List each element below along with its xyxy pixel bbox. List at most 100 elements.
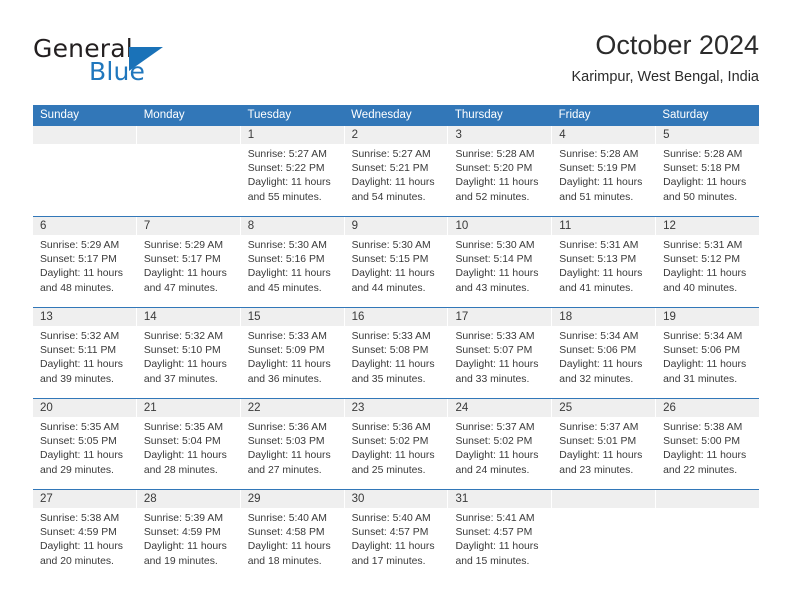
sunset-text: Sunset: 4:59 PM bbox=[143, 527, 221, 539]
calendar-day-cell[interactable]: 8 Sunrise: 5:30 AM Sunset: 5:16 PM Daylight… bbox=[240, 217, 345, 307]
daylight-text-line2: and 43 minutes. bbox=[455, 282, 530, 294]
day-number: 12 bbox=[656, 217, 760, 235]
sunset-text: Sunset: 4:59 PM bbox=[40, 527, 117, 539]
sunset-text: Sunset: 5:10 PM bbox=[143, 345, 221, 357]
daylight-text-line2: and 31 minutes. bbox=[663, 373, 738, 385]
day-sun-info: Sunrise: 5:39 AM Sunset: 4:59 PM Daylight:… bbox=[137, 508, 240, 569]
sunrise-text: Sunrise: 5:35 AM bbox=[143, 422, 223, 433]
calendar-day-cell[interactable]: 15 Sunrise: 5:33 AM Sunset: 5:09 PM Dayligh… bbox=[240, 308, 345, 398]
daylight-text-line2: and 39 minutes. bbox=[40, 373, 114, 385]
calendar-day-cell[interactable]: 30 Sunrise: 5:40 AM Sunset: 4:57 PM Dayligh… bbox=[344, 490, 449, 580]
sunrise-text: Sunrise: 5:38 AM bbox=[663, 422, 743, 433]
sunrise-text: Sunrise: 5:32 AM bbox=[40, 331, 120, 342]
calendar-week-row: 13 Sunrise: 5:32 AM Sunset: 5:11 PM Dayligh… bbox=[33, 307, 760, 398]
day-sun-info: Sunrise: 5:34 AM Sunset: 5:06 PM Daylight:… bbox=[656, 326, 759, 387]
calendar-day-cell[interactable]: 22 Sunrise: 5:36 AM Sunset: 5:03 PM Dayligh… bbox=[240, 399, 345, 489]
weekday-header-row: Sunday Monday Tuesday Wednesday Thursday… bbox=[33, 105, 759, 126]
calendar-day-cell[interactable]: 23 Sunrise: 5:36 AM Sunset: 5:02 PM Dayligh… bbox=[344, 399, 449, 489]
sunset-text: Sunset: 5:02 PM bbox=[455, 436, 533, 448]
calendar-day-cell[interactable]: 21 Sunrise: 5:35 AM Sunset: 5:04 PM Dayligh… bbox=[136, 399, 241, 489]
calendar-day-cell[interactable]: 7 Sunrise: 5:29 AM Sunset: 5:17 PM Daylight… bbox=[136, 217, 241, 307]
sunset-text: Sunset: 5:02 PM bbox=[351, 436, 429, 448]
calendar-day-cell[interactable]: 20 Sunrise: 5:35 AM Sunset: 5:05 PM Dayligh… bbox=[33, 399, 137, 489]
sunset-text: Sunset: 5:06 PM bbox=[559, 345, 637, 357]
daylight-text-line1: Daylight: 11 hours bbox=[143, 541, 227, 553]
day-sun-info: Sunrise: 5:38 AM Sunset: 5:00 PM Daylight:… bbox=[656, 417, 759, 478]
day-sun-info: Sunrise: 5:32 AM Sunset: 5:10 PM Daylight:… bbox=[137, 326, 240, 387]
calendar-day-cell[interactable]: 13 Sunrise: 5:32 AM Sunset: 5:11 PM Dayligh… bbox=[33, 308, 137, 398]
calendar-day-cell[interactable]: 18 Sunrise: 5:34 AM Sunset: 5:06 PM Dayligh… bbox=[552, 308, 657, 398]
calendar-day-cell[interactable]: 3 Sunrise: 5:28 AM Sunset: 5:20 PM Daylight… bbox=[448, 126, 553, 216]
daylight-text-line1: Daylight: 11 hours bbox=[40, 359, 123, 371]
sunrise-text: Sunrise: 5:34 AM bbox=[559, 331, 639, 342]
calendar-day-cell[interactable]: 6 Sunrise: 5:29 AM Sunset: 5:17 PM Daylight… bbox=[33, 217, 137, 307]
sunrise-text: Sunrise: 5:30 AM bbox=[455, 240, 535, 251]
daylight-text-line2: and 36 minutes. bbox=[247, 373, 322, 385]
daylight-text-line1: Daylight: 11 hours bbox=[40, 268, 123, 280]
sunset-text: Sunset: 5:18 PM bbox=[663, 163, 740, 175]
day-sun-info: Sunrise: 5:33 AM Sunset: 5:09 PM Daylight:… bbox=[241, 326, 344, 387]
calendar-day-cell[interactable]: 26 Sunrise: 5:38 AM Sunset: 5:00 PM Dayligh… bbox=[656, 399, 760, 489]
day-sun-info: Sunrise: 5:33 AM Sunset: 5:07 PM Daylight:… bbox=[448, 326, 551, 387]
calendar-day-cell[interactable]: 24 Sunrise: 5:37 AM Sunset: 5:02 PM Dayligh… bbox=[448, 399, 553, 489]
calendar-day-cell[interactable]: 1 Sunrise: 5:27 AM Sunset: 5:22 PM Daylight… bbox=[240, 126, 345, 216]
calendar-day-cell[interactable]: 28 Sunrise: 5:39 AM Sunset: 4:59 PM Dayligh… bbox=[136, 490, 241, 580]
sunrise-text: Sunrise: 5:40 AM bbox=[247, 513, 327, 524]
sunset-text: Sunset: 5:14 PM bbox=[455, 254, 533, 266]
day-number: 4 bbox=[552, 126, 656, 144]
sunset-text: Sunset: 4:57 PM bbox=[351, 527, 429, 539]
calendar-page: General Blue October 2024 Karimpur, West… bbox=[0, 0, 792, 612]
daylight-text-line2: and 15 minutes. bbox=[455, 555, 530, 567]
day-sun-info: Sunrise: 5:40 AM Sunset: 4:57 PM Daylight:… bbox=[345, 508, 448, 569]
day-number: 16 bbox=[344, 308, 448, 326]
calendar-day-cell[interactable]: 31 Sunrise: 5:41 AM Sunset: 4:57 PM Dayligh… bbox=[448, 490, 553, 580]
calendar-day-cell[interactable]: 11 Sunrise: 5:31 AM Sunset: 5:13 PM Dayligh… bbox=[552, 217, 657, 307]
calendar-week-row: 20 Sunrise: 5:35 AM Sunset: 5:05 PM Dayligh… bbox=[33, 398, 760, 489]
calendar-day-cell[interactable]: 5 Sunrise: 5:28 AM Sunset: 5:18 PM Daylight… bbox=[656, 126, 760, 216]
daylight-text-line1: Daylight: 11 hours bbox=[143, 450, 227, 462]
day-sun-info: Sunrise: 5:28 AM Sunset: 5:19 PM Daylight:… bbox=[552, 144, 655, 205]
daylight-text-line2: and 19 minutes. bbox=[143, 555, 218, 567]
calendar-week-row: 6 Sunrise: 5:29 AM Sunset: 5:17 PM Daylight… bbox=[33, 216, 760, 307]
day-number bbox=[656, 490, 760, 508]
day-number: 3 bbox=[448, 126, 552, 144]
day-sun-info: Sunrise: 5:33 AM Sunset: 5:08 PM Daylight:… bbox=[345, 326, 448, 387]
day-number: 24 bbox=[448, 399, 552, 417]
day-number: 8 bbox=[240, 217, 344, 235]
day-number: 22 bbox=[240, 399, 344, 417]
day-sun-info: Sunrise: 5:37 AM Sunset: 5:01 PM Daylight:… bbox=[552, 417, 655, 478]
calendar-day-cell[interactable]: 14 Sunrise: 5:32 AM Sunset: 5:10 PM Dayligh… bbox=[136, 308, 241, 398]
sunrise-text: Sunrise: 5:29 AM bbox=[143, 240, 223, 251]
sunset-text: Sunset: 5:15 PM bbox=[351, 254, 429, 266]
weekday-header-thursday: Thursday bbox=[454, 109, 503, 121]
sunset-text: Sunset: 5:22 PM bbox=[247, 163, 325, 175]
sunrise-text: Sunrise: 5:33 AM bbox=[455, 331, 535, 342]
day-sun-info: Sunrise: 5:32 AM Sunset: 5:11 PM Daylight:… bbox=[33, 326, 136, 387]
weekday-header-saturday: Saturday bbox=[662, 109, 709, 121]
calendar-day-cell[interactable]: 9 Sunrise: 5:30 AM Sunset: 5:15 PM Daylight… bbox=[344, 217, 449, 307]
sunrise-text: Sunrise: 5:28 AM bbox=[559, 149, 639, 160]
calendar-day-cell[interactable]: 4 Sunrise: 5:28 AM Sunset: 5:19 PM Daylight… bbox=[552, 126, 657, 216]
calendar-day-cell[interactable]: 29 Sunrise: 5:40 AM Sunset: 4:58 PM Dayligh… bbox=[240, 490, 345, 580]
day-number: 2 bbox=[344, 126, 448, 144]
calendar-day-cell[interactable]: 10 Sunrise: 5:30 AM Sunset: 5:14 PM Dayligh… bbox=[448, 217, 553, 307]
daylight-text-line2: and 48 minutes. bbox=[40, 282, 114, 294]
sunrise-text: Sunrise: 5:30 AM bbox=[351, 240, 431, 251]
daylight-text-line2: and 40 minutes. bbox=[663, 282, 738, 294]
daylight-text-line2: and 45 minutes. bbox=[247, 282, 322, 294]
general-blue-logo[interactable]: General Blue bbox=[33, 34, 253, 90]
calendar-day-cell[interactable]: 19 Sunrise: 5:34 AM Sunset: 5:06 PM Dayligh… bbox=[656, 308, 760, 398]
day-sun-info: Sunrise: 5:31 AM Sunset: 5:12 PM Daylight:… bbox=[656, 235, 759, 296]
calendar-day-cell[interactable]: 25 Sunrise: 5:37 AM Sunset: 5:01 PM Dayligh… bbox=[552, 399, 657, 489]
sunset-text: Sunset: 5:17 PM bbox=[40, 254, 117, 266]
logo-text-blue: Blue bbox=[89, 57, 146, 86]
daylight-text-line2: and 29 minutes. bbox=[40, 464, 114, 476]
sunrise-text: Sunrise: 5:30 AM bbox=[247, 240, 327, 251]
day-number: 29 bbox=[240, 490, 344, 508]
calendar-day-cell[interactable]: 12 Sunrise: 5:31 AM Sunset: 5:12 PM Dayligh… bbox=[656, 217, 760, 307]
calendar-day-cell[interactable]: 2 Sunrise: 5:27 AM Sunset: 5:21 PM Daylight… bbox=[344, 126, 449, 216]
daylight-text-line2: and 25 minutes. bbox=[351, 464, 426, 476]
calendar-day-cell[interactable]: 27 Sunrise: 5:38 AM Sunset: 4:59 PM Dayligh… bbox=[33, 490, 137, 580]
calendar-day-cell[interactable]: 17 Sunrise: 5:33 AM Sunset: 5:07 PM Dayligh… bbox=[448, 308, 553, 398]
calendar-day-cell[interactable]: 16 Sunrise: 5:33 AM Sunset: 5:08 PM Dayligh… bbox=[344, 308, 449, 398]
